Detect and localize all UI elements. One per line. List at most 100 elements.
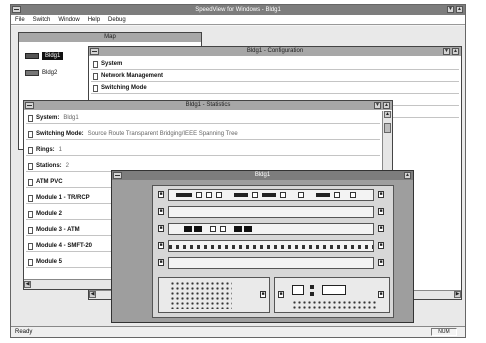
configuration-title-bar[interactable]: Bldg1 - Configuration ▼ ▲ [89,47,461,56]
map-item-bldg2[interactable]: Bldg2 [25,68,57,78]
port-icon[interactable] [316,193,330,197]
scroll-left-arrow-icon[interactable]: ◀ [89,291,96,298]
minimize-icon[interactable]: ▼ [443,48,450,55]
stats-row-label: Module 5 [36,259,63,265]
system-menu-icon[interactable] [113,172,122,179]
port-icon[interactable] [210,226,216,232]
app-title: SpeedView for Windows - Bldg1 [195,7,281,13]
document-icon [28,162,33,170]
device-window[interactable]: Bldg1 ▲ ■ ■ ■ ■ ■ ■ ■ ■ ■ ■ ■ ■ ■ [111,170,414,323]
document-icon [28,242,33,250]
stats-row-label: System: [36,115,60,121]
module-slot-4[interactable] [168,240,374,252]
slot-latch-right[interactable]: ■ [378,208,384,215]
app-title-bar[interactable]: SpeedView for Windows - Bldg1 ▼ ▲ [11,5,465,15]
stats-row-label: ATM PVC [36,179,63,185]
slot-latch-right[interactable]: ■ [378,225,384,232]
statistics-title: Bldg1 - Statistics [185,102,231,108]
stats-row-value: 2 [65,163,70,169]
power-switch-right[interactable]: ■ [278,291,284,298]
minimize-icon[interactable]: ▼ [447,6,454,13]
slot-latch-left[interactable]: ■ [158,242,164,249]
power-switch-left[interactable]: ■ [260,291,266,298]
slot-latch-left[interactable]: ■ [158,259,164,266]
stats-row[interactable]: Switching Mode: Source Route Transparent… [26,129,380,140]
port-icon[interactable] [184,226,192,232]
document-icon [93,84,98,92]
status-led-icon [310,292,314,296]
stats-row-label: Module 1 - TR/RCP [36,195,90,201]
port-icon[interactable] [216,192,222,198]
system-menu-icon[interactable] [90,48,99,55]
system-menu-icon[interactable] [12,6,21,13]
menu-item[interactable]: Switch [33,17,51,23]
stats-row-label: Module 3 - ATM [36,227,80,233]
scroll-right-arrow-icon[interactable]: ▶ [454,291,461,298]
stats-row-label: Rings: [36,147,55,153]
scroll-thumb[interactable] [384,123,391,133]
status-text: Ready [15,329,33,335]
scroll-up-arrow-icon[interactable]: ▲ [384,111,391,118]
slot-latch-right[interactable]: ■ [378,191,384,198]
stats-row-label: Module 4 - SMFT-20 [36,243,93,249]
slot-latch-left[interactable]: ■ [158,191,164,198]
slot-latch-right[interactable]: ■ [378,259,384,266]
document-icon [28,210,33,218]
port-icon[interactable] [298,192,304,198]
port-icon[interactable] [220,226,226,232]
port-icon[interactable] [280,192,286,198]
status-indicator: NUM [431,328,457,336]
port-icon[interactable] [262,193,276,197]
map-title-bar[interactable]: Map [19,33,201,42]
config-row[interactable]: System [91,59,459,70]
stats-row[interactable]: Rings: 1 [26,145,380,156]
io-latch[interactable]: ■ [378,291,384,298]
port-icon[interactable] [194,226,202,232]
menu-bar: File Switch Window Help Debug [11,15,465,25]
statistics-title-bar[interactable]: Bldg1 - Statistics ▼ ▲ [24,101,392,110]
port-icon[interactable] [234,226,242,232]
menu-item[interactable]: Window [58,17,79,23]
menu-item[interactable]: Help [88,17,100,23]
map-item-label: Bldg1 [42,52,64,60]
port-icon[interactable] [176,193,192,197]
port-icon[interactable] [350,192,356,198]
slot-latch-left[interactable]: ■ [158,208,164,215]
module-slot-5[interactable] [168,257,374,269]
maximize-icon[interactable]: ▲ [452,48,459,55]
port-icon[interactable] [234,193,248,197]
scroll-left-arrow-icon[interactable]: ◀ [24,281,31,288]
switch-icon [25,70,39,76]
maximize-icon[interactable]: ▲ [456,6,463,13]
management-port-icon[interactable] [322,285,346,295]
port-icon[interactable] [334,192,340,198]
port-icon[interactable] [252,192,258,198]
slot-latch-left[interactable]: ■ [158,225,164,232]
stats-row[interactable]: System: Bldg1 [26,113,380,124]
config-row[interactable]: Network Management [91,71,459,82]
stats-row-label: Switching Mode: [36,131,84,137]
device-title-bar[interactable]: Bldg1 ▲ [112,171,413,180]
system-menu-icon[interactable] [25,102,34,109]
map-item-bldg1[interactable]: Bldg1 [25,51,64,61]
stats-row-value: Bldg1 [63,115,79,121]
module-slot-2[interactable] [168,206,374,218]
menu-item[interactable]: Debug [108,17,126,23]
document-icon [28,130,33,138]
fan-grille [170,281,232,309]
port-icon[interactable] [196,192,202,198]
device-title: Bldg1 [254,172,271,178]
menu-item[interactable]: File [15,17,25,23]
vent-grille [292,300,376,310]
port-icon[interactable] [206,192,212,198]
config-row-label: Switching Mode [101,85,147,91]
port-icon[interactable] [244,226,252,232]
map-item-label: Bldg2 [42,70,58,76]
minimize-icon[interactable]: ▼ [374,102,381,109]
slot-latch-right[interactable]: ■ [378,242,384,249]
console-port-icon[interactable] [292,285,304,295]
maximize-icon[interactable]: ▲ [383,102,390,109]
config-row[interactable]: Switching Mode [91,83,459,94]
maximize-icon[interactable]: ▲ [404,172,411,179]
config-row-label: System [101,61,123,67]
